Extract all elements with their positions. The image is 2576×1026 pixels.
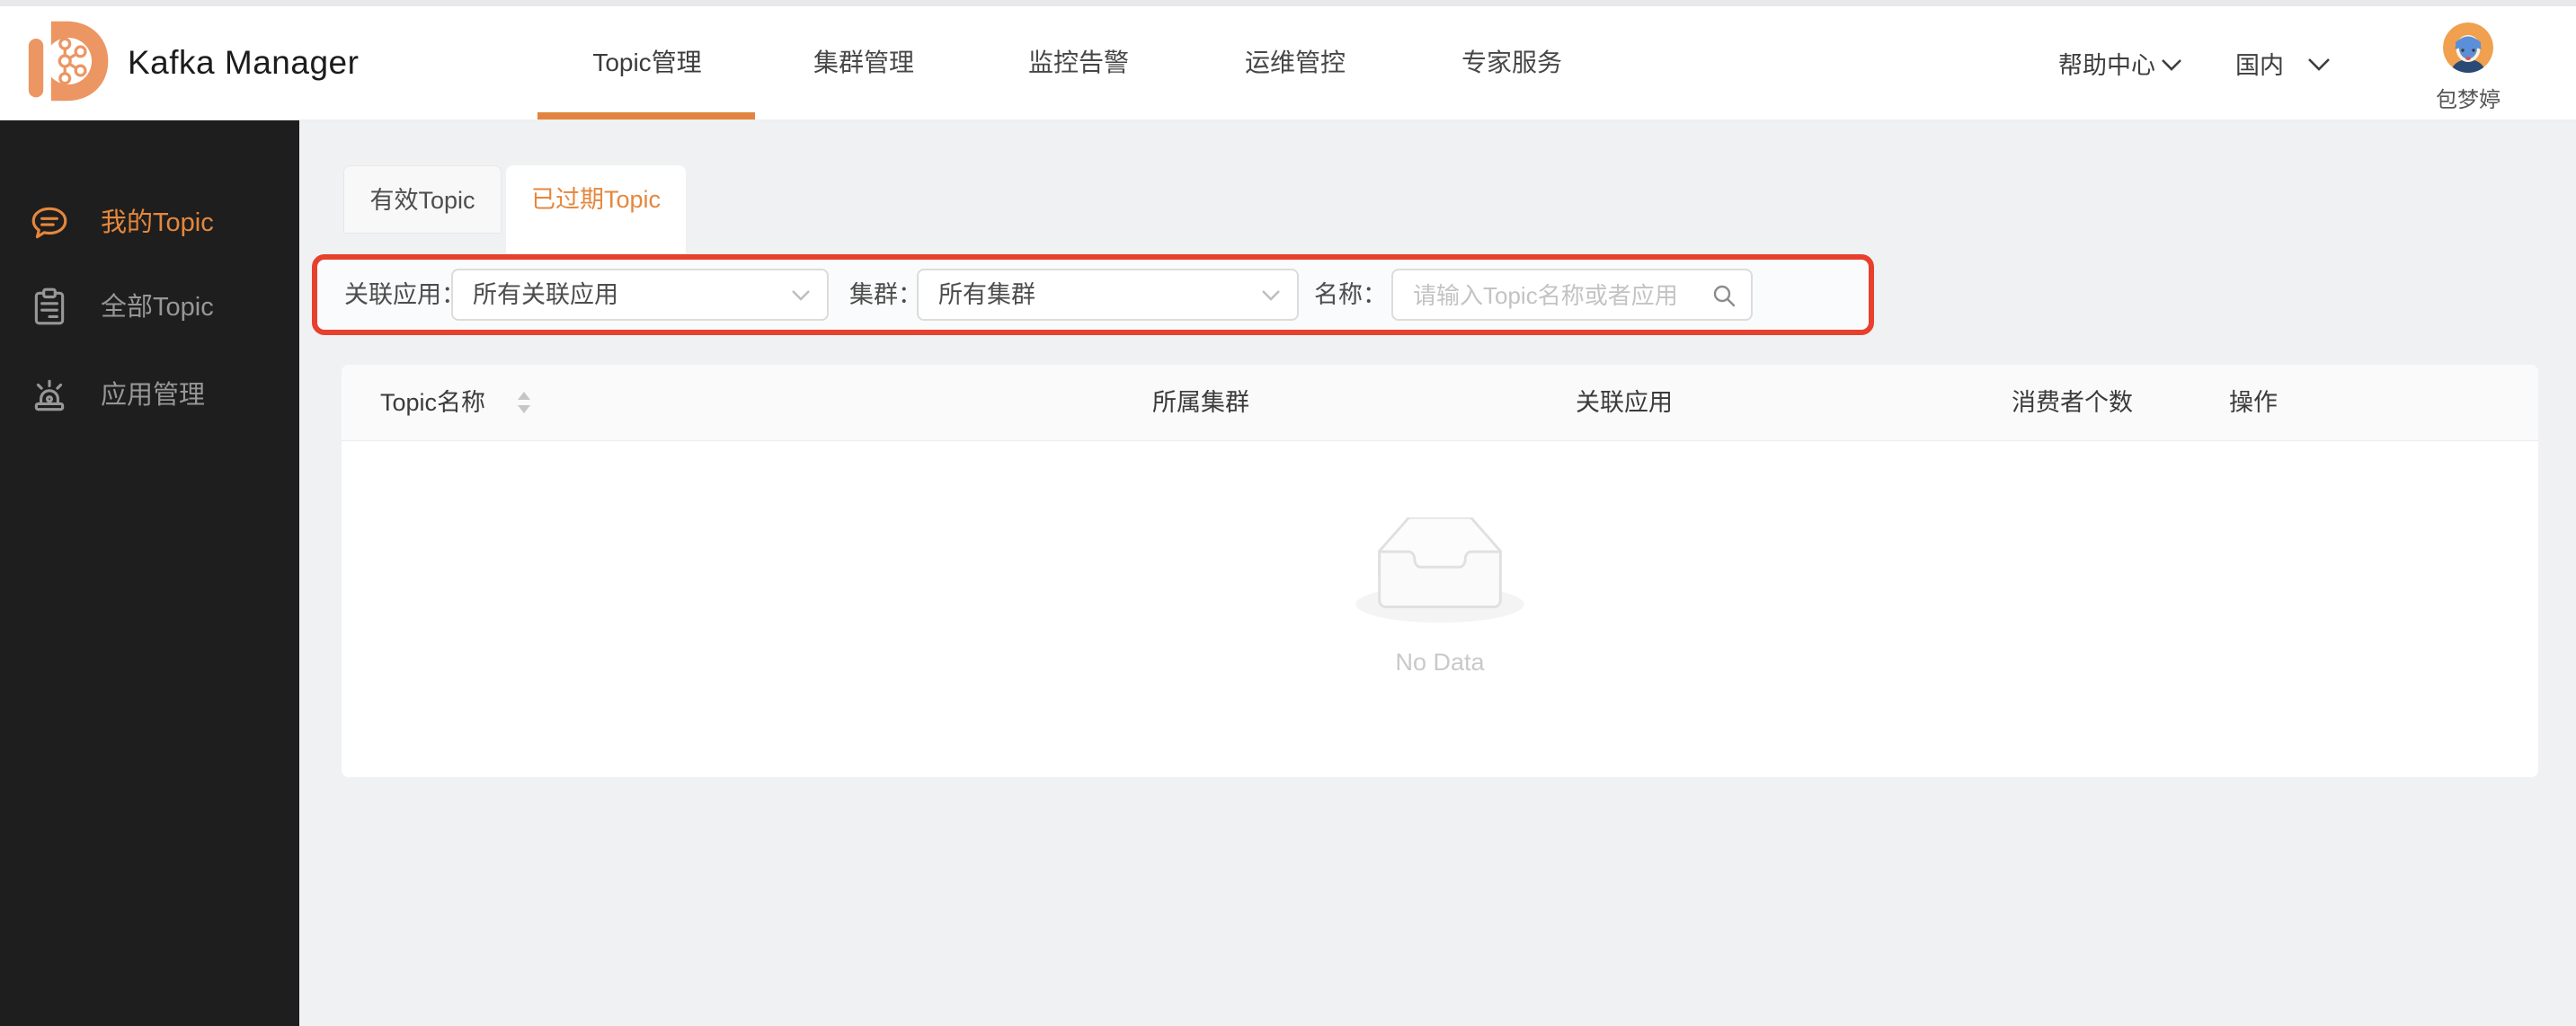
topic-search-input[interactable] xyxy=(1411,270,1702,321)
column-cluster: 所属集群 xyxy=(1152,389,1249,416)
filter-name-label: 名称： xyxy=(1314,281,1387,308)
topic-search-box xyxy=(1391,269,1753,321)
chevron-down-icon xyxy=(2161,49,2182,77)
kafka-manager-logo-icon xyxy=(25,12,115,111)
nav-ops-control[interactable]: 运维管控 xyxy=(1245,6,1346,119)
nav-topic-management[interactable]: Topic管理 xyxy=(592,6,701,119)
topic-table: Topic名称 所属集群 关联应用 消费者个数 操作 No Data xyxy=(342,365,2538,777)
app-title: Kafka Manager xyxy=(128,44,360,81)
app-header: Kafka Manager Topic管理 集群管理 监控告警 运维管控 专家服… xyxy=(0,6,2576,120)
sort-carets-icon[interactable] xyxy=(518,388,530,417)
empty-box-icon xyxy=(1355,517,1524,624)
column-actions: 操作 xyxy=(2229,389,2278,416)
empty-state: No Data xyxy=(1305,517,1575,677)
cluster-select-value: 所有集群 xyxy=(938,281,1035,308)
filter-app-label: 关联应用： xyxy=(344,281,466,308)
nav-monitor-alert[interactable]: 监控告警 xyxy=(1028,6,1129,119)
user-name: 包梦婷 xyxy=(2436,88,2500,112)
help-center-label: 帮助中心 xyxy=(2058,51,2155,79)
tab-expired-topic[interactable]: 已过期Topic xyxy=(506,165,686,256)
sidebar-item-label: 我的Topic xyxy=(101,208,214,237)
caret-down-icon xyxy=(518,405,530,413)
sidebar: 我的Topic 全部Topic 应用管理 xyxy=(0,119,299,1026)
table-header-row: Topic名称 所属集群 关联应用 消费者个数 操作 xyxy=(342,365,2538,441)
main-content: 有效Topic 已过期Topic 关联应用： 所有关联应用 集群： 所有集群 名… xyxy=(299,119,2576,1026)
caret-up-icon xyxy=(518,392,530,400)
siren-icon xyxy=(29,375,70,416)
sidebar-item-label: 应用管理 xyxy=(101,381,206,410)
chevron-down-icon xyxy=(1261,289,1281,305)
column-related-app: 关联应用 xyxy=(1576,389,1673,416)
app-select-value: 所有关联应用 xyxy=(473,281,618,308)
cluster-select[interactable]: 所有集群 xyxy=(917,269,1299,321)
sidebar-item-all-topic[interactable]: 全部Topic xyxy=(0,282,299,332)
chevron-down-icon xyxy=(791,289,811,305)
filter-cluster-label: 集群： xyxy=(849,281,922,308)
user-avatar[interactable] xyxy=(2443,22,2493,73)
region-label: 国内 xyxy=(2235,51,2284,79)
column-topic-name[interactable]: Topic名称 xyxy=(380,365,530,440)
clipboard-icon xyxy=(29,287,70,328)
sidebar-item-label: 全部Topic xyxy=(101,293,214,322)
help-center-menu[interactable]: 帮助中心 xyxy=(2058,6,2182,119)
tab-valid-topic[interactable]: 有效Topic xyxy=(343,165,502,234)
sidebar-item-my-topic[interactable]: 我的Topic xyxy=(0,198,299,248)
active-nav-underline xyxy=(537,112,755,119)
app-select[interactable]: 所有关联应用 xyxy=(451,269,829,321)
nav-expert-service[interactable]: 专家服务 xyxy=(1461,6,1562,119)
nav-cluster-management[interactable]: 集群管理 xyxy=(813,6,914,119)
region-selector[interactable]: 国内 xyxy=(2235,6,2331,119)
chat-bubble-icon xyxy=(29,202,70,243)
chevron-down-icon xyxy=(2307,49,2331,77)
sidebar-item-app-management[interactable]: 应用管理 xyxy=(0,370,299,420)
kafka-manager-screen: Kafka Manager Topic管理 集群管理 监控告警 运维管控 专家服… xyxy=(0,0,2576,1026)
no-data-text: No Data xyxy=(1395,649,1485,676)
window-top-strip xyxy=(0,0,2576,6)
column-consumer-count: 消费者个数 xyxy=(2012,389,2133,416)
search-icon[interactable] xyxy=(1711,283,1737,313)
